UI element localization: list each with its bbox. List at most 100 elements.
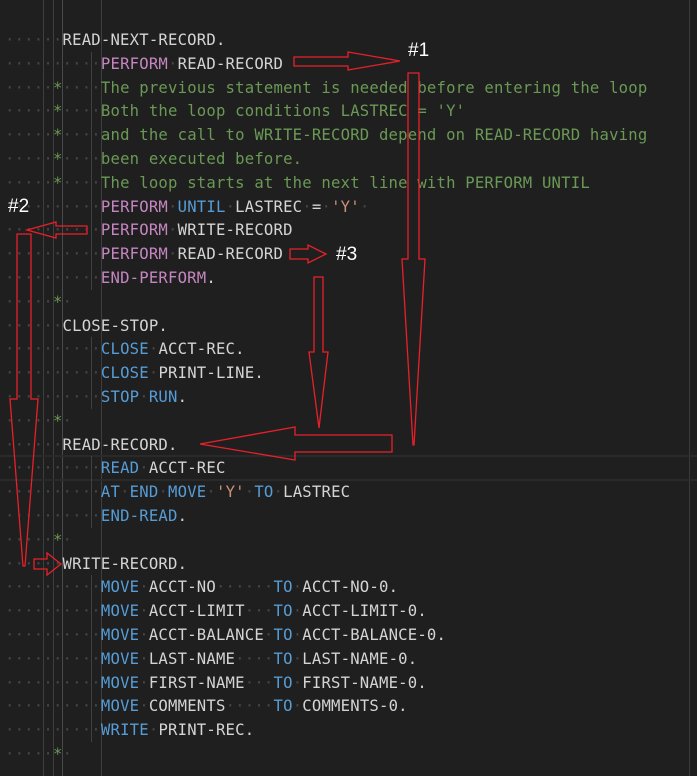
keyword: STOP	[100, 388, 140, 406]
whitespace-markers: ·····	[5, 78, 53, 97]
paragraph-name: READ-NEXT-RECORD.	[62, 31, 226, 49]
whitespace-markers: ·	[292, 602, 303, 621]
code-line[interactable]: ··········AT·END·MOVE·'Y'·TO·LASTREC	[5, 480, 350, 504]
whitespace-markers: ····	[62, 150, 101, 168]
identifier: PRINT-LINE.	[158, 364, 264, 383]
whitespace-markers: ··········	[5, 221, 101, 240]
comment-indicator: *	[52, 411, 63, 430]
code-line[interactable]: ······READ-NEXT-RECORD.	[5, 28, 226, 52]
whitespace-markers: ·	[168, 197, 178, 216]
keyword: MOVE	[100, 697, 140, 716]
code-line[interactable]: ··········PERFORM·READ-RECORD	[5, 242, 283, 266]
identifier: LAST-NAME-0.	[302, 649, 418, 668]
whitespace-markers: ·····	[5, 173, 53, 192]
whitespace-markers: ·	[359, 197, 370, 216]
identifier: PRINT-REC.	[158, 721, 255, 740]
code-line[interactable]: ··········STOP·RUN.	[5, 385, 187, 409]
whitespace-markers: ·····	[5, 411, 53, 430]
identifier: COMMENTS-0.	[302, 697, 408, 716]
whitespace-markers: ·	[120, 483, 130, 502]
code-line[interactable]: ··········CLOSE·ACCT-REC.	[5, 337, 245, 361]
code-line[interactable]: ······READ-RECORD.	[5, 433, 178, 457]
string-literal: 'Y'	[331, 197, 360, 216]
code-line[interactable]: ··········END-PERFORM.	[5, 266, 216, 290]
whitespace-markers: ······	[5, 435, 63, 454]
keyword: MOVE	[168, 483, 207, 502]
identifier: ACCT-REC	[148, 459, 226, 478]
identifier: .	[206, 269, 216, 287]
code-line[interactable]: ······CLOSE-STOP.	[5, 314, 168, 338]
whitespace-markers: ·	[62, 292, 73, 311]
code-line[interactable]: ··········PERFORM·WRITE-RECORD	[5, 218, 293, 242]
whitespace-markers: ·	[139, 602, 149, 621]
code-line[interactable]: ··········WRITE·PRINT-REC.	[5, 718, 254, 742]
code-line[interactable]: ··········PERFORM·UNTIL·LASTREC·=·'Y'·	[5, 195, 369, 219]
whitespace-markers: ·	[158, 483, 169, 502]
control-keyword: PERFORM	[100, 54, 169, 73]
whitespace-markers: ······	[5, 316, 63, 335]
identifier: ACCT-BALANCE-0.	[302, 626, 447, 644]
whitespace-markers: ·	[139, 626, 149, 644]
keyword: TO	[273, 602, 293, 621]
whitespace-markers: ··········	[5, 483, 101, 502]
code-line[interactable]: ·····*·	[5, 290, 72, 314]
comment-text: been executed before.	[100, 150, 303, 168]
whitespace-markers: ·	[292, 626, 303, 644]
whitespace-markers: ··········	[5, 626, 101, 644]
keyword: WRITE	[100, 721, 149, 740]
keyword: TO	[273, 578, 293, 597]
whitespace-markers: ·····	[5, 126, 53, 145]
code-line[interactable]: ··········MOVE·COMMENTS·····TO·COMMENTS-…	[5, 694, 408, 718]
identifier: ACCT-LIMIT-0.	[302, 602, 427, 621]
whitespace-markers: ······	[5, 31, 63, 49]
code-line[interactable]: ·····*·	[5, 742, 72, 766]
whitespace-markers: ····	[62, 102, 101, 121]
code-line[interactable]: ··········READ·ACCT-REC	[5, 456, 226, 480]
comment-indicator: *	[52, 102, 63, 121]
whitespace-markers: ·	[225, 197, 236, 216]
keyword: MOVE	[100, 578, 140, 597]
code-line[interactable]: ·····*····and the call to WRITE-RECORD d…	[5, 123, 647, 147]
keyword: CLOSE	[100, 340, 149, 359]
code-line[interactable]: ·····*····been executed before.	[5, 147, 302, 171]
code-line[interactable]: ··········PERFORM·READ-RECORD	[5, 52, 283, 76]
code-editor[interactable]: ······READ-NEXT-RECORD. ··········PERFORM…	[0, 0, 697, 776]
identifier: FIRST-NAME-0.	[302, 673, 427, 692]
control-keyword: PERFORM	[100, 197, 169, 216]
whitespace-markers: ·····	[5, 530, 53, 549]
code-line[interactable]: ······WRITE-RECORD.	[5, 552, 187, 576]
whitespace-markers: ·	[292, 649, 303, 668]
whitespace-markers: ·	[139, 459, 149, 478]
comment-text: The previous statement is needed before …	[100, 78, 648, 97]
keyword: MOVE	[100, 602, 140, 621]
whitespace-markers: ·	[244, 483, 255, 502]
code-line[interactable]: ··········MOVE·LAST-NAME····TO·LAST-NAME…	[5, 647, 417, 671]
code-line[interactable]: ··········MOVE·ACCT-LIMIT···TO·ACCT-LIMI…	[5, 599, 427, 623]
code-line[interactable]: ··········MOVE·ACCT-BALANCE·TO·ACCT-BALA…	[5, 623, 446, 647]
identifier: .	[177, 507, 188, 525]
code-line[interactable]: ·····*····The loop starts at the next li…	[5, 171, 590, 195]
keyword: READ	[100, 459, 140, 478]
comment-indicator: *	[52, 292, 63, 311]
paragraph-name: CLOSE-STOP.	[62, 316, 169, 335]
comment-indicator: *	[52, 78, 63, 97]
whitespace-markers: ·	[139, 697, 149, 716]
keyword: TO	[273, 626, 293, 644]
whitespace-markers: ·	[139, 673, 149, 692]
code-line[interactable]: ·····*····The previous statement is need…	[5, 76, 647, 100]
code-line[interactable]: ··········MOVE·ACCT-NO······TO·ACCT-NO-0…	[5, 575, 398, 599]
whitespace-markers: ··········	[5, 649, 101, 668]
code-line[interactable]: ··········CLOSE·PRINT-LINE.	[5, 361, 264, 385]
annotation-label-3: #3	[336, 244, 358, 265]
whitespace-markers: ·····	[5, 150, 53, 168]
code-line[interactable]: ··········MOVE·FIRST-NAME···TO·FIRST-NAM…	[5, 671, 427, 695]
code-line[interactable]: ··········END-READ.	[5, 504, 187, 528]
code-line[interactable]: ·····*····Both the loop conditions LASTR…	[5, 99, 465, 123]
comment-text: The loop starts at the next line with PE…	[100, 173, 590, 192]
whitespace-markers: ·····	[5, 745, 53, 763]
identifier: .	[177, 388, 188, 406]
identifier: READ-RECORD	[177, 245, 284, 264]
code-line[interactable]: ·····*·	[5, 528, 72, 552]
whitespace-markers: ·	[206, 483, 216, 502]
code-line[interactable]: ·····*·	[5, 409, 72, 433]
